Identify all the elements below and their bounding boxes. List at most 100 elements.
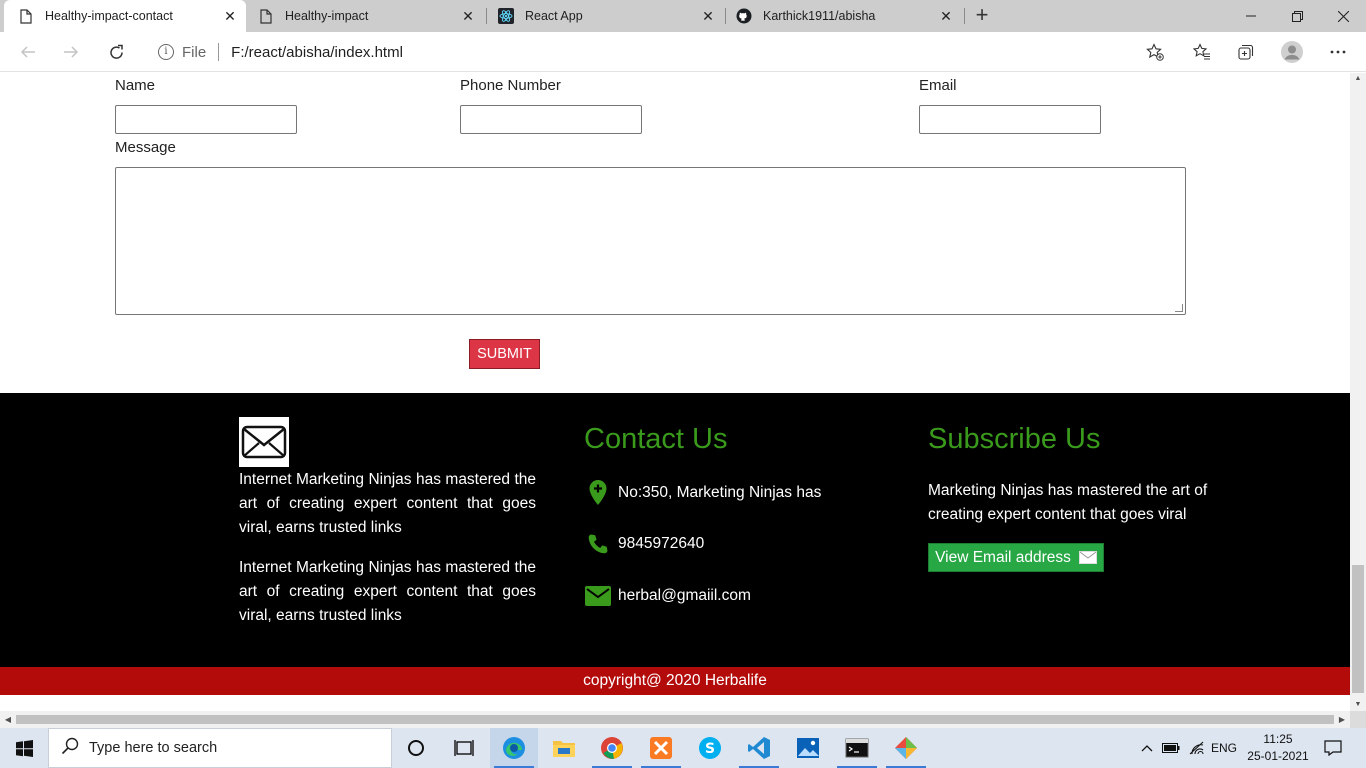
restore-icon xyxy=(1291,10,1303,22)
close-window-button[interactable] xyxy=(1320,0,1366,32)
collections-icon xyxy=(1238,44,1254,60)
phone-label: Phone Number xyxy=(460,77,561,94)
about-paragraph: Internet Marketing Ninjas has mastered t… xyxy=(239,471,536,536)
start-button[interactable] xyxy=(0,728,48,768)
scroll-thumb[interactable] xyxy=(16,715,1334,724)
search-placeholder: Type here to search xyxy=(89,740,218,756)
info-icon[interactable]: i xyxy=(158,44,174,60)
restore-button[interactable] xyxy=(1274,0,1320,32)
search-icon xyxy=(61,737,79,759)
tab-label: React App xyxy=(525,9,583,23)
minimize-button[interactable] xyxy=(1228,0,1274,32)
view-email-button[interactable]: View Email address xyxy=(928,543,1104,572)
scroll-down-icon[interactable]: ▼ xyxy=(1350,699,1366,711)
name-input[interactable] xyxy=(115,105,297,134)
git-taskbar-app[interactable] xyxy=(882,728,930,768)
address-divider xyxy=(218,43,220,61)
file-explorer-taskbar-app[interactable] xyxy=(540,728,588,768)
minimize-icon xyxy=(1246,15,1256,17)
page-viewport: Name Phone Number Email Message SUBMIT I… xyxy=(0,73,1350,711)
photos-icon xyxy=(797,738,819,758)
message-textarea[interactable] xyxy=(115,167,1186,315)
address-text: No:350, Marketing Ninjas has xyxy=(618,484,822,501)
vertical-scrollbar[interactable]: ▲ ▼ xyxy=(1350,73,1366,711)
tab-divider xyxy=(964,8,965,24)
email-label: Email xyxy=(919,77,957,94)
close-icon[interactable]: ✕ xyxy=(460,8,476,24)
subscribe-text: Marketing Ninjas has mastered the art of… xyxy=(928,482,1208,523)
message-label: Message xyxy=(115,139,176,156)
chrome-taskbar-app[interactable] xyxy=(588,728,636,768)
favorites-button[interactable] xyxy=(1188,38,1216,66)
edge-taskbar-app[interactable] xyxy=(490,728,538,768)
wifi-icon xyxy=(1189,741,1204,755)
email-text: herbal@gmaiil.com xyxy=(618,587,751,604)
taskbar-search[interactable]: Type here to search xyxy=(48,728,392,768)
close-icon[interactable]: ✕ xyxy=(222,8,238,24)
terminal-taskbar-app[interactable] xyxy=(833,728,881,768)
vscode-icon xyxy=(748,737,770,759)
xampp-taskbar-app[interactable] xyxy=(637,728,685,768)
close-icon[interactable]: ✕ xyxy=(938,8,954,24)
mail-icon xyxy=(584,582,612,610)
contact-address: No:350, Marketing Ninjas has xyxy=(584,479,821,507)
chrome-icon xyxy=(601,737,623,759)
vscode-taskbar-app[interactable] xyxy=(735,728,783,768)
copyright-text: copyright@ 2020 Herbalife xyxy=(583,672,767,689)
phone-text: 9845972640 xyxy=(618,535,705,552)
battery-icon xyxy=(1162,743,1180,753)
page-icon xyxy=(18,8,34,24)
collections-button[interactable] xyxy=(1232,38,1260,66)
tab-healthy-impact-contact[interactable]: Healthy-impact-contact ✕ xyxy=(4,0,246,32)
network-tray-icon[interactable] xyxy=(1186,728,1208,768)
settings-menu-button[interactable] xyxy=(1324,38,1352,66)
submit-button[interactable]: SUBMIT xyxy=(469,339,540,369)
battery-tray-icon[interactable] xyxy=(1160,728,1182,768)
skype-taskbar-app[interactable]: S xyxy=(686,728,734,768)
phone-input[interactable] xyxy=(460,105,642,134)
notification-icon xyxy=(1324,740,1342,756)
github-icon xyxy=(736,8,752,24)
mail-logo xyxy=(239,417,289,467)
scroll-up-icon[interactable]: ▲ xyxy=(1350,73,1366,85)
close-icon[interactable]: ✕ xyxy=(700,8,716,24)
add-favorite-button[interactable] xyxy=(1141,38,1169,66)
language-indicator[interactable]: ENG xyxy=(1210,728,1238,768)
task-view-icon xyxy=(454,740,474,756)
profile-button[interactable] xyxy=(1278,38,1306,66)
email-input[interactable] xyxy=(919,105,1101,134)
back-arrow-icon xyxy=(20,46,35,58)
close-icon xyxy=(1337,10,1349,22)
tab-github[interactable]: Karthick1911/abisha ✕ xyxy=(722,0,962,32)
show-hidden-icons-button[interactable] xyxy=(1138,728,1156,768)
tab-label: Karthick1911/abisha xyxy=(763,9,876,23)
scroll-left-icon[interactable]: ◀ xyxy=(0,711,16,728)
terminal-icon xyxy=(845,738,869,758)
cortana-button[interactable] xyxy=(392,728,440,768)
task-view-button[interactable] xyxy=(440,728,488,768)
edge-icon xyxy=(503,737,525,759)
contact-email: herbal@gmaiil.com xyxy=(584,582,751,610)
browser-toolbar: i File F:/react/abisha/index.html xyxy=(0,32,1366,72)
address-url[interactable]: F:/react/abisha/index.html xyxy=(231,44,403,61)
chevron-up-icon xyxy=(1141,745,1153,752)
forward-button[interactable] xyxy=(57,38,85,66)
taskbar: Type here to search S ENG 11:25 25-01-20… xyxy=(0,728,1366,768)
tab-label: Healthy-impact-contact xyxy=(45,9,173,23)
photos-taskbar-app[interactable] xyxy=(784,728,832,768)
notifications-button[interactable] xyxy=(1318,728,1348,768)
tab-react-app[interactable]: React App ✕ xyxy=(484,0,724,32)
new-tab-button[interactable]: + xyxy=(970,4,994,28)
scroll-right-icon[interactable]: ▶ xyxy=(1334,711,1350,728)
tab-healthy-impact[interactable]: Healthy-impact ✕ xyxy=(244,0,484,32)
horizontal-scrollbar[interactable]: ◀ ▶ xyxy=(0,711,1350,728)
forward-arrow-icon xyxy=(64,46,79,58)
taskbar-clock[interactable]: 11:25 25-01-2021 xyxy=(1244,731,1312,765)
phone-icon xyxy=(584,530,612,558)
scrollbar-corner xyxy=(1350,711,1366,728)
back-button[interactable] xyxy=(14,38,42,66)
address-bar[interactable]: i File F:/react/abisha/index.html xyxy=(144,36,1176,68)
scroll-thumb[interactable] xyxy=(1352,565,1364,693)
view-email-label: View Email address xyxy=(935,548,1071,566)
refresh-button[interactable] xyxy=(102,38,130,66)
